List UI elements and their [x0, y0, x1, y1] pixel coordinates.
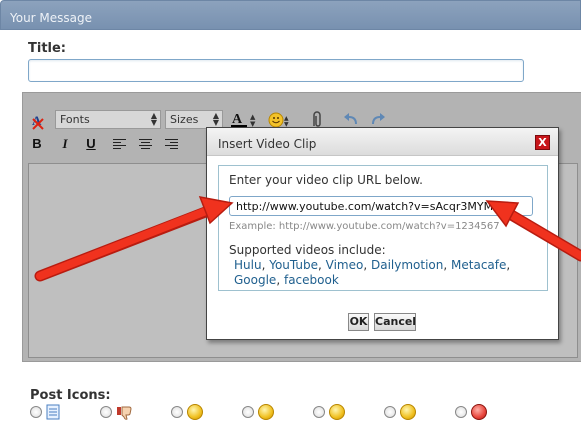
dialog-body: Enter your video clip URL below. http://…: [218, 165, 548, 291]
grin-icon: [329, 404, 345, 420]
provider-dailymotion: Dailymotion: [371, 258, 444, 272]
svg-text:A: A: [232, 112, 243, 127]
post-icons-label: Post Icons:: [30, 388, 111, 403]
close-button[interactable]: X: [535, 135, 550, 150]
post-icon-radio[interactable]: [171, 406, 183, 418]
redo-icon[interactable]: [368, 110, 386, 128]
smile-icon: [187, 404, 203, 420]
italic-button[interactable]: I: [55, 135, 75, 153]
provider-metacafe: Metacafe: [451, 258, 507, 272]
post-icon-radio[interactable]: [313, 406, 325, 418]
dialog-title-bar: Insert Video Clip: [207, 128, 558, 156]
provider-google: Google: [234, 273, 277, 287]
post-icon-radio[interactable]: [100, 406, 112, 418]
dialog-instruction: Enter your video clip URL below.: [229, 173, 423, 187]
remove-format-icon[interactable]: A: [31, 113, 47, 131]
title-label: Title:: [28, 41, 67, 56]
frown-icon: [400, 404, 416, 420]
post-icon-radio[interactable]: [455, 406, 467, 418]
select-arrows-icon: ▲ ▼: [212, 111, 219, 127]
font-select-value: Fonts: [60, 113, 90, 126]
align-left-icon[interactable]: [113, 139, 126, 150]
post-icon-radio[interactable]: [30, 406, 42, 418]
provider-facebook: facebook: [283, 273, 339, 287]
provider-hulu: Hulu: [234, 258, 262, 272]
underline-button[interactable]: U: [81, 135, 101, 153]
provider-vimeo: Vimeo: [325, 258, 364, 272]
post-icon-radio[interactable]: [384, 406, 396, 418]
provider-list: Hulu, YouTube, Vimeo, Dailymotion, Metac…: [234, 258, 511, 287]
select-arrows-icon: ▲ ▼: [150, 111, 157, 127]
url-example: Example: http://www.youtube.com/watch?v=…: [229, 221, 500, 232]
supported-label: Supported videos include:: [229, 243, 386, 257]
cancel-button[interactable]: Cancel: [374, 313, 416, 331]
ok-button[interactable]: OK: [348, 313, 369, 331]
size-select-value: Sizes: [170, 113, 199, 126]
title-input[interactable]: [28, 59, 524, 82]
video-url-input[interactable]: http://www.youtube.com/watch?v=sAcqr3MYM…: [229, 196, 533, 216]
section-header-title: Your Message: [10, 11, 93, 25]
align-right-icon[interactable]: [165, 139, 178, 150]
section-header: Your Message: [0, 0, 581, 30]
align-center-icon[interactable]: [139, 139, 152, 150]
undo-icon[interactable]: [343, 110, 361, 128]
insert-video-dialog: Insert Video Clip X Enter your video cli…: [206, 127, 559, 340]
document-icon: [46, 404, 60, 420]
thumbs-down-icon: [117, 406, 132, 420]
provider-youtube: YouTube: [269, 258, 319, 272]
dialog-title: Insert Video Clip: [218, 137, 317, 151]
post-icon-radio[interactable]: [242, 406, 254, 418]
bold-button[interactable]: B: [27, 135, 47, 153]
angry-icon: [471, 404, 487, 420]
font-select[interactable]: Fonts ▲ ▼: [55, 110, 161, 129]
wink-icon: [258, 404, 274, 420]
